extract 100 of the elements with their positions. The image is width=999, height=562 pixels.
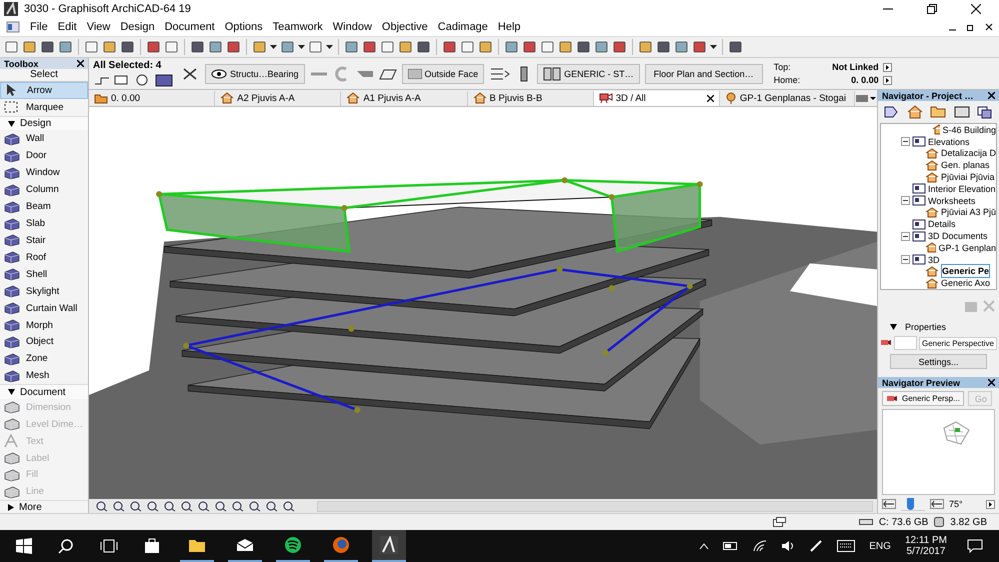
- tool-item[interactable]: Mesh: [0, 367, 88, 384]
- restore-icon[interactable]: [927, 4, 937, 14]
- flip-icon[interactable]: [489, 66, 512, 82]
- tree-item[interactable]: Worksheets: [928, 196, 976, 206]
- menu-item[interactable]: View: [86, 21, 110, 33]
- triangle-icon[interactable]: [8, 389, 15, 396]
- triangle-icon[interactable]: [890, 324, 897, 330]
- tree-item[interactable]: S-46 Building: [942, 124, 996, 135]
- document-tab[interactable]: 3D / All: [594, 90, 720, 106]
- tool-item[interactable]: Curtain Wall: [0, 300, 88, 317]
- toggle-icon[interactable]: [901, 196, 910, 206]
- view-name-field[interactable]: Generic Perspective: [918, 336, 997, 350]
- tool-item[interactable]: Skylight: [0, 282, 88, 300]
- speaker-icon[interactable]: [781, 540, 796, 552]
- tree-item[interactable]: Interior Elevation: [928, 184, 996, 194]
- menu-item[interactable]: Objective: [382, 21, 428, 33]
- tab-menu-icon[interactable]: [855, 92, 878, 104]
- site-plan-drawing: [941, 420, 971, 446]
- search-icon[interactable]: [58, 538, 74, 554]
- keyboard-icon[interactable]: [837, 540, 856, 552]
- close-icon[interactable]: [971, 4, 981, 14]
- tool-item[interactable]: Morph: [0, 316, 88, 334]
- clock-time[interactable]: 12:11 PM: [904, 535, 947, 546]
- tree-item[interactable]: Generic Pe: [941, 264, 990, 278]
- floor-plan-button[interactable]: Floor Plan and Section…: [644, 64, 763, 84]
- slope-icon[interactable]: [378, 66, 397, 80]
- document-tab[interactable]: 0. 0.00: [89, 90, 216, 106]
- tool-item[interactable]: Window: [0, 164, 88, 182]
- letter-icon: [4, 434, 20, 448]
- close-icon[interactable]: [985, 23, 993, 31]
- tool-item[interactable]: Zone: [0, 350, 88, 368]
- home-value[interactable]: 0. 0.00: [851, 75, 879, 85]
- more-label[interactable]: More: [19, 502, 42, 513]
- wifi-icon[interactable]: [753, 540, 768, 552]
- menu-item[interactable]: Edit: [58, 21, 77, 33]
- tree-item[interactable]: Gen. planas: [941, 160, 990, 170]
- tree-item[interactable]: Detalizacija D: [940, 148, 996, 158]
- perspective-icon[interactable]: [882, 499, 896, 509]
- windows-icon[interactable]: [772, 517, 787, 527]
- menu-item[interactable]: Options: [224, 21, 263, 33]
- menu-item[interactable]: Document: [164, 21, 215, 33]
- document-tab[interactable]: A1 Pjuvis A-A: [341, 90, 468, 106]
- store-icon[interactable]: [144, 538, 160, 554]
- tool-item[interactable]: Shell: [0, 266, 88, 283]
- close-icon[interactable]: [77, 60, 84, 67]
- reference-line-button[interactable]: Outside Face: [402, 64, 484, 84]
- triangle-icon[interactable]: [8, 504, 14, 511]
- triangle-icon[interactable]: [8, 120, 15, 127]
- tree-item[interactable]: 3D Documents: [928, 231, 988, 242]
- tool-item[interactable]: Roof: [0, 248, 88, 266]
- perspective-icon[interactable]: [930, 499, 944, 509]
- document-tab[interactable]: B Pjuvis B-B: [468, 90, 594, 106]
- settings-button[interactable]: Settings...: [890, 354, 987, 369]
- document-tab[interactable]: A2 Pjuvis A-A: [215, 90, 342, 106]
- tree-item[interactable]: 3D: [928, 254, 940, 265]
- composite-button[interactable]: GENERIC - ST…: [537, 64, 640, 84]
- toggle-icon[interactable]: [901, 137, 910, 146]
- clock-date[interactable]: 5/7/2017: [906, 546, 946, 557]
- toggle-icon[interactable]: [901, 255, 910, 264]
- window-icon[interactable]: [952, 105, 971, 119]
- close-icon[interactable]: [706, 94, 714, 102]
- toggle-icon[interactable]: [901, 232, 910, 241]
- battery-icon[interactable]: [723, 541, 740, 551]
- tool-item[interactable]: Stair: [0, 232, 88, 249]
- close-icon[interactable]: [988, 379, 995, 386]
- menu-item[interactable]: Cadimage: [438, 21, 488, 33]
- tree-item[interactable]: Details: [928, 219, 956, 230]
- tool-item[interactable]: Marquee: [0, 98, 88, 116]
- menu-item[interactable]: Window: [332, 21, 372, 33]
- blank-field[interactable]: [894, 336, 917, 350]
- tree-item[interactable]: GP-1 Genplan: [938, 242, 996, 253]
- restore-icon[interactable]: [967, 23, 975, 31]
- notification-icon[interactable]: [967, 539, 983, 553]
- tree-item[interactable]: Generic Axo: [941, 278, 990, 288]
- tool-item[interactable]: Object: [0, 334, 88, 350]
- input-language[interactable]: ENG: [869, 540, 891, 552]
- tool-item[interactable]: Door: [0, 147, 88, 164]
- caret-up-icon[interactable]: [699, 542, 710, 550]
- tree-item[interactable]: Pjūviai A3 Pjū: [940, 207, 996, 218]
- tool-item[interactable]: Slab: [0, 215, 88, 232]
- task-view-icon[interactable]: [100, 538, 118, 554]
- menu-item[interactable]: File: [30, 21, 48, 33]
- tree-item[interactable]: Pjūviai Pjūvia: [941, 172, 995, 182]
- close-icon[interactable]: [988, 92, 995, 99]
- tool-item[interactable]: Arrow: [0, 82, 88, 99]
- tool-item[interactable]: Wall: [0, 130, 88, 148]
- menu-item[interactable]: Help: [498, 21, 521, 33]
- document-tab[interactable]: GP-1 Genplanas - Stogai: [720, 90, 856, 106]
- tool-item[interactable]: Column: [0, 181, 88, 198]
- layer-button[interactable]: Structu…Bearing: [205, 64, 305, 84]
- windows-logo-icon[interactable]: [16, 538, 32, 554]
- taskbar-app[interactable]: [372, 530, 406, 562]
- tree-item[interactable]: Elevations: [928, 136, 970, 147]
- top-link-value[interactable]: Not Linked: [832, 62, 879, 72]
- menu-item[interactable]: Design: [120, 21, 155, 33]
- tool-item[interactable]: Beam: [0, 198, 88, 216]
- horizontal-scrollbar[interactable]: [317, 500, 873, 512]
- zoom-slider-thumb[interactable]: [907, 498, 914, 510]
- view-button[interactable]: Generic Persp...: [882, 391, 964, 406]
- menu-item[interactable]: Teamwork: [272, 21, 323, 33]
